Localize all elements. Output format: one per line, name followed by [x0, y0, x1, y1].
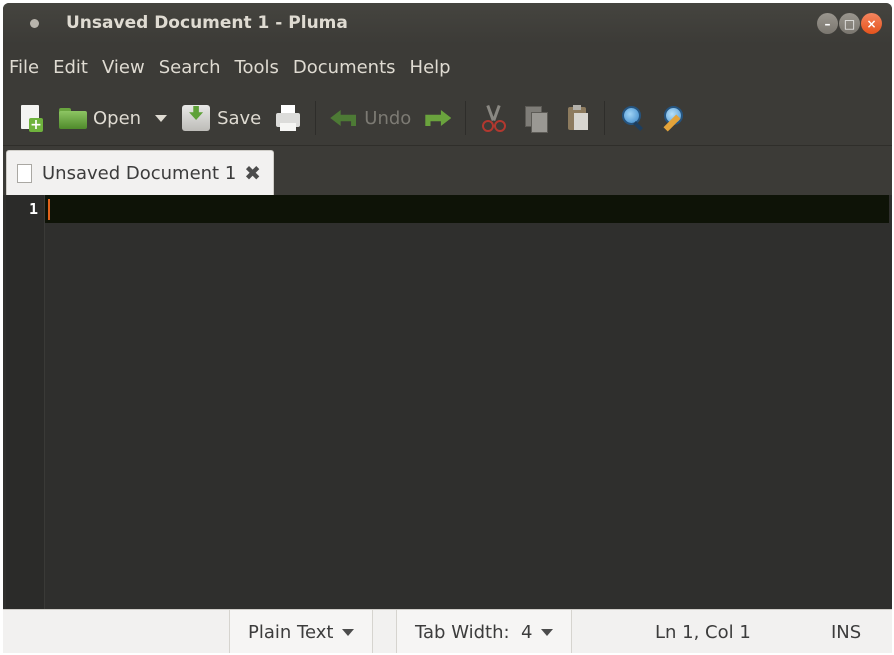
tab-width-label: Tab Width: 4 [415, 621, 533, 643]
text-cursor [48, 199, 50, 220]
insert-mode-indicator: INS [831, 621, 862, 643]
open-label: Open [93, 107, 142, 129]
tab-label: Unsaved Document 1 [42, 162, 237, 184]
save-icon [181, 103, 211, 133]
menu-search[interactable]: Search [153, 44, 227, 91]
menu-file[interactable]: File [3, 44, 45, 91]
scissors-icon [478, 103, 508, 133]
menu-edit[interactable]: Edit [47, 44, 94, 91]
copy-icon [520, 103, 550, 133]
text-document-icon [17, 163, 32, 183]
paste-icon [562, 103, 592, 133]
toolbar-separator [604, 101, 606, 135]
menu-documents[interactable]: Documents [287, 44, 402, 91]
open-button[interactable]: Open [51, 96, 147, 140]
find-replace-icon [659, 103, 689, 133]
chevron-down-icon [155, 114, 168, 122]
language-selector[interactable]: Plain Text [229, 610, 374, 653]
new-document-icon: + [15, 103, 45, 133]
close-window-button[interactable]: × [861, 13, 882, 34]
print-button[interactable] [267, 96, 309, 140]
close-icon[interactable]: ✖ [244, 161, 261, 185]
printer-icon [273, 103, 303, 133]
undo-icon [328, 106, 358, 130]
toolbar-separator [465, 101, 467, 135]
text-editor[interactable]: 1 [3, 195, 892, 609]
minimize-button[interactable]: – [817, 13, 838, 34]
redo-button[interactable] [417, 96, 459, 140]
maximize-button[interactable]: □ [839, 13, 860, 34]
title-bar[interactable]: Unsaved Document 1 - Pluma – □ × [3, 3, 892, 44]
search-icon [617, 103, 647, 133]
find-replace-button[interactable] [653, 96, 695, 140]
save-button[interactable]: Save [175, 96, 267, 140]
save-label: Save [217, 107, 262, 129]
window-controls: – □ × [817, 13, 882, 34]
window-title: Unsaved Document 1 - Pluma [66, 13, 348, 33]
chevron-down-icon [342, 628, 355, 636]
tab-unsaved-document-1[interactable]: Unsaved Document 1 ✖ [6, 150, 275, 195]
language-label: Plain Text [248, 621, 334, 643]
tab-width-selector[interactable]: Tab Width: 4 [396, 610, 573, 653]
current-line-highlight [45, 195, 889, 223]
new-button[interactable]: + [9, 96, 51, 140]
toolbar-separator [315, 101, 317, 135]
chevron-down-icon [541, 628, 554, 636]
document-tabs: Unsaved Document 1 ✖ [3, 145, 892, 196]
copy-button[interactable] [514, 96, 556, 140]
menu-help[interactable]: Help [404, 44, 457, 91]
menu-view[interactable]: View [96, 44, 151, 91]
folder-icon [57, 103, 87, 133]
menu-tools[interactable]: Tools [229, 44, 285, 91]
status-bar: Plain Text Tab Width: 4 Ln 1, Col 1 INS [3, 609, 892, 653]
find-button[interactable] [611, 96, 653, 140]
paste-button[interactable] [556, 96, 598, 140]
cursor-position: Ln 1, Col 1 [655, 621, 751, 643]
menu-bar: File Edit View Search Tools Documents He… [3, 44, 892, 91]
undo-button[interactable]: Undo [322, 96, 417, 140]
pluma-window: Unsaved Document 1 - Pluma – □ × File Ed… [3, 3, 892, 653]
window-menu-icon[interactable] [30, 19, 39, 28]
cut-button[interactable] [472, 96, 514, 140]
open-recent-dropdown[interactable] [147, 96, 175, 140]
toolbar: + Open Save Undo [3, 91, 892, 145]
line-number-gutter: 1 [6, 195, 45, 609]
line-number: 1 [28, 200, 38, 218]
undo-label: Undo [364, 107, 412, 129]
redo-icon [423, 106, 453, 130]
